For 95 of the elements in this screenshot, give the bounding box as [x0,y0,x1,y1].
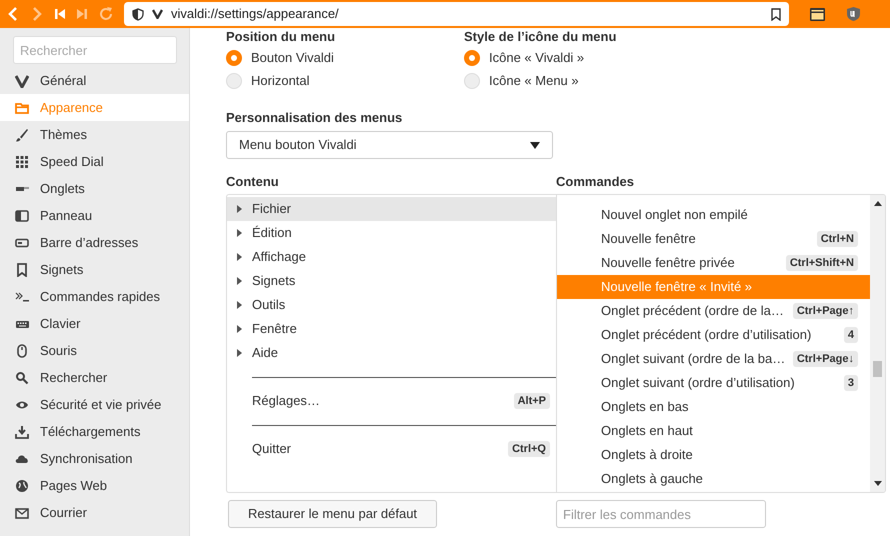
radio-button[interactable] [464,50,480,66]
filter-field[interactable]: Filtrer les commandes [556,500,766,528]
menu-item[interactable]: Aide [227,341,556,365]
menu-item[interactable]: Quitter Ctrl+Q [227,437,556,461]
expand-arrow-icon[interactable] [237,277,242,285]
section-heading: Position du menu [226,29,336,45]
address-bar-icon [15,236,29,250]
scrollbar[interactable] [870,195,885,492]
radio-option[interactable]: Icône « Menu » [464,69,616,92]
command-item[interactable]: Nouvel onglet non empilé [557,203,870,227]
radio-option[interactable]: Icône « Vivaldi » [464,46,616,69]
command-item[interactable]: Onglet suivant (ordre d’utilisation) 3 [557,371,870,395]
shortcut-badge: Ctrl+N [816,231,858,247]
radio-button[interactable] [464,72,480,88]
shortcut-badge: Ctrl+Page↓ [792,351,858,367]
radio-button[interactable] [226,50,242,66]
menu-item[interactable]: Affichage [227,245,556,269]
scroll-up-icon[interactable] [874,201,882,206]
menu-item[interactable]: Réglages… Alt+P [227,389,556,413]
command-item[interactable]: Onglets à droite [557,443,870,467]
shortcut-badge: Ctrl+Page↑ [792,303,858,319]
sidebar-item[interactable]: Souris [0,337,189,364]
sidebar-item[interactable]: Speed Dial [0,148,189,175]
menu-item[interactable]: Signets [227,269,556,293]
envelope-icon [15,506,29,520]
dropdown[interactable]: Menu bouton Vivaldi [226,131,553,159]
menu-item[interactable]: Fichier [227,197,556,221]
sidebar-item[interactable]: Rechercher [0,364,189,391]
globe-icon [15,478,29,492]
search-field[interactable]: Rechercher [13,36,177,64]
panel-icon [15,208,29,222]
shortcut-badge: 3 [844,375,858,391]
sidebar-item[interactable]: Synchronisation [0,445,189,472]
sidebar-item[interactable]: Onglets [0,175,189,202]
grid-icon [15,154,29,168]
command-prompt-icon [15,290,29,304]
scroll-thumb[interactable] [873,361,882,377]
skip-back-icon[interactable] [54,8,66,20]
download-icon [15,424,29,438]
command-item[interactable]: Nouvelle fenêtre Ctrl+N [557,227,870,251]
bookmark-icon [15,262,29,276]
expand-arrow-icon[interactable] [237,229,242,237]
stack-icon[interactable] [809,6,826,22]
url-text: vivaldi://settings/appearance/ [171,5,340,24]
shortcut-badge: Ctrl+Shift+N [786,255,858,271]
shortcut-badge: Alt+P [514,393,550,409]
shortcut-badge: 4 [844,327,858,343]
sidebar-item[interactable]: Clavier [0,310,189,337]
radio-option[interactable]: Bouton Vivaldi [226,46,464,69]
command-item[interactable]: Onglets en bas [557,395,870,419]
command-item[interactable]: Onglets à gauche [557,467,870,491]
caret-icon [530,142,540,148]
section-heading: Personnalisation des menus [226,109,404,124]
address-bar[interactable]: vivaldi://settings/appearance/ [124,2,789,26]
radio-option[interactable]: Horizontal [226,69,464,92]
shield-icon [132,8,144,20]
sidebar-item[interactable]: Thèmes [0,121,189,148]
sidebar-item[interactable]: Barre d’adresses [0,229,189,256]
command-item[interactable]: Onglet précédent (ordre d’utilisation) 4 [557,323,870,347]
radio-button[interactable] [226,72,242,88]
menu-item[interactable]: Fenêtre [227,317,556,341]
bookmark-icon[interactable] [771,8,781,20]
shield-extension-icon[interactable] [846,6,861,22]
menu-item[interactable]: Outils [227,293,556,317]
brush-icon [15,128,29,142]
command-item[interactable]: Onglets en haut [557,419,870,443]
v-logo-icon [15,74,29,88]
command-item[interactable]: Onglet suivant (ordre de la ba… Ctrl+Page↓ [557,347,870,371]
expand-arrow-icon[interactable] [237,301,242,309]
restore-button[interactable]: Restaurer le menu par défaut [228,500,437,528]
sidebar-item[interactable]: Commandes rapides [0,283,189,310]
command-item[interactable]: Nouvelle fenêtre privée Ctrl+Shift+N [557,251,870,275]
folder-icon [15,100,29,114]
sidebar-item[interactable]: Téléchargements [0,418,189,445]
expand-arrow-icon[interactable] [237,325,242,333]
sidebar-item[interactable]: Général [0,67,189,94]
sidebar-item[interactable]: Pages Web [0,472,189,499]
sidebar-item[interactable]: Courrier [0,499,189,526]
menu-item[interactable]: Édition [227,221,556,245]
section-heading: Commandes [556,173,636,188]
command-item[interactable]: Onglet précédent (ordre de la… Ctrl+Page↑ [557,299,870,323]
back-icon[interactable] [6,6,20,22]
section-heading: Contenu [226,173,280,188]
sidebar-item[interactable]: Sécurité et vie privée [0,391,189,418]
search-icon [15,370,29,384]
expand-arrow-icon[interactable] [237,205,242,213]
mouse-icon [15,344,29,358]
section-heading: Style de l’icône du menu [464,29,616,45]
sidebar-item[interactable]: Signets [0,256,189,283]
sidebar-item[interactable]: Panneau [0,202,189,229]
expand-arrow-icon[interactable] [237,349,242,357]
expand-arrow-icon[interactable] [237,253,242,261]
scroll-down-icon[interactable] [874,481,882,486]
v-logo-icon [152,9,163,19]
shortcut-badge: Ctrl+Q [508,441,550,457]
